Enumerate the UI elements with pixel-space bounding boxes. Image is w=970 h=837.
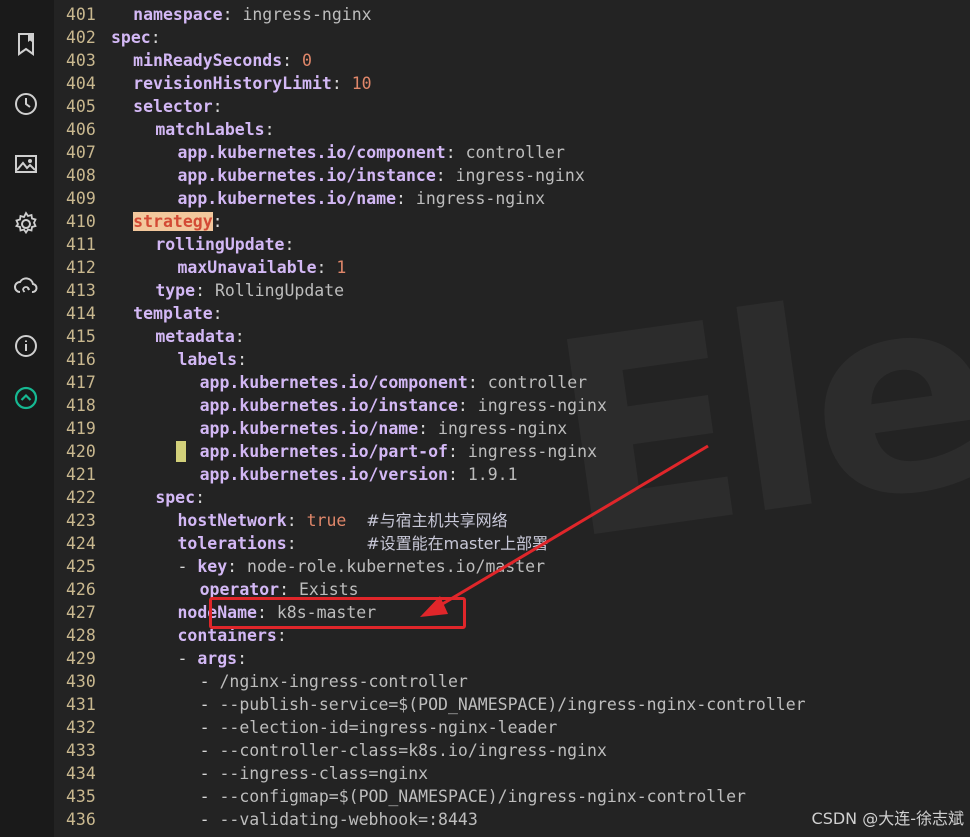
scroll-up-icon[interactable] [12,384,40,412]
bookmark-icon[interactable] [12,30,40,58]
gear-icon[interactable] [12,210,40,238]
clock-icon[interactable] [12,90,40,118]
image-icon[interactable] [12,150,40,178]
sidebar [0,0,54,837]
cloud-sync-icon[interactable] [12,272,40,300]
credit-watermark: CSDN @大连-徐志斌 [811,809,964,828]
annotation-arrow [420,444,709,617]
code-editor[interactable]: Elec 401 namespace: ingress-nginx 402 spec:… [54,0,970,837]
info-icon[interactable] [12,332,40,360]
